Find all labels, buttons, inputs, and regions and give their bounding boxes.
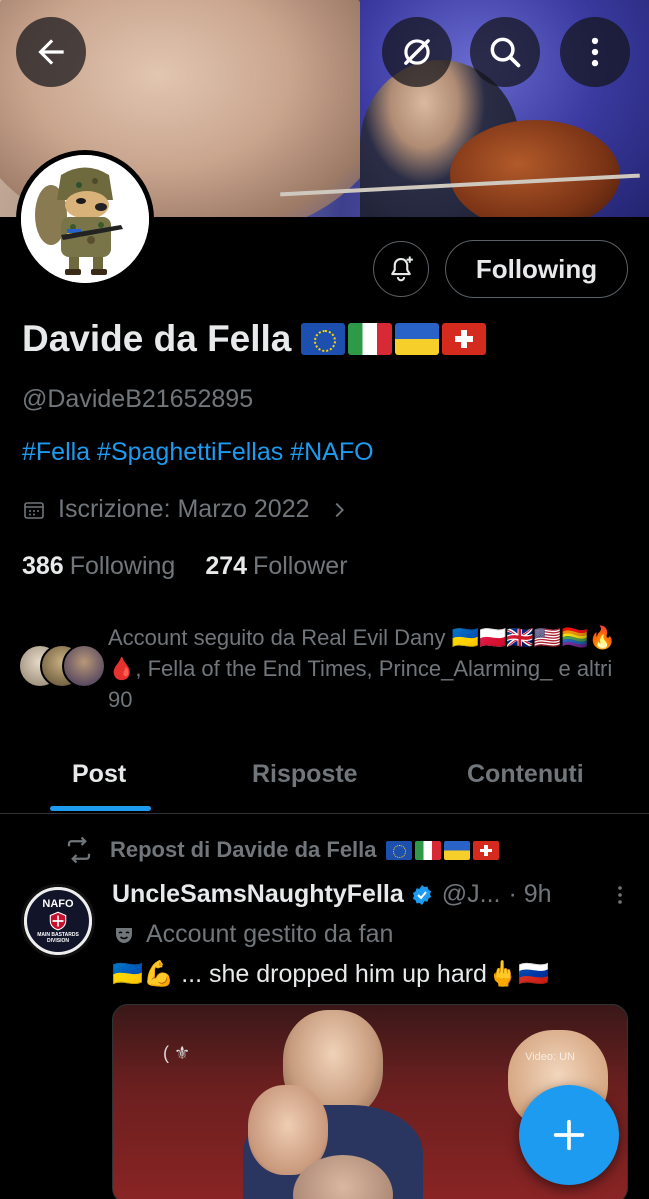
search-button[interactable] (470, 17, 540, 87)
more-button[interactable] (560, 17, 630, 87)
follow-stats: 386 Following 274 Follower (22, 552, 348, 581)
switzerland-flag-icon (472, 840, 499, 860)
chevron-right-icon (335, 502, 344, 517)
tab-risposte[interactable]: Risposte (252, 760, 358, 789)
name-flags (301, 323, 487, 355)
grok-button[interactable] (382, 17, 452, 87)
arrow-left-icon (38, 39, 64, 65)
profile-name: Davide da Fella (22, 318, 487, 360)
repost-text: Repost di Davide da Fella (110, 837, 377, 862)
ukraine-flag-icon (443, 840, 470, 860)
fan-account-text: Account gestito da fan (146, 920, 394, 948)
following-button[interactable]: Following (445, 240, 628, 298)
following-stat[interactable]: 386 Following (22, 552, 175, 581)
display-name: Davide da Fella (22, 318, 292, 359)
followed-by-text: Account seguito da Real Evil Dany 🇺🇦🇵🇱🇬🇧… (108, 625, 616, 712)
search-icon (490, 37, 521, 68)
repost-icon (67, 836, 91, 864)
followed-by[interactable]: Account seguito da Real Evil Dany 🇺🇦🇵🇱🇬🇧… (18, 622, 638, 715)
avatar-fella-dog (21, 155, 149, 283)
eu-flag-icon (301, 323, 346, 355)
tab-post[interactable]: Post (72, 760, 126, 789)
theater-mask-icon (116, 927, 132, 943)
repost-label[interactable]: Repost di Davide da Fella (64, 835, 499, 865)
fan-account-label: Account gestito da fan (112, 920, 393, 949)
avatar-bottom-text: MAIN BASTARDS DIVISION (37, 932, 79, 944)
tab-contenuti[interactable]: Contenuti (467, 760, 584, 789)
notifications-button[interactable] (373, 241, 429, 297)
post-header: UncleSamsNaughtyFella @J... · 9h (112, 880, 632, 909)
followers-count: 274 (205, 552, 248, 580)
media-crest-icon: ( ⚜ (163, 1043, 191, 1063)
post-time: · 9h (508, 880, 552, 908)
media-watermark: Video: UN (525, 1051, 575, 1063)
profile-handle: @DavideB21652895 (22, 385, 254, 413)
post-author-avatar[interactable]: NAFO MAIN BASTARDS DIVISION (21, 884, 95, 958)
more-vertical-icon (591, 37, 599, 67)
followers-label: Follower (253, 552, 348, 580)
active-tab-indicator (50, 806, 151, 811)
compose-button[interactable] (519, 1085, 619, 1185)
grok-icon (404, 39, 430, 65)
italy-flag-icon (414, 840, 441, 860)
switzerland-flag-icon (442, 323, 487, 355)
avatar (62, 644, 106, 688)
back-button[interactable] (16, 17, 86, 87)
followed-by-avatars (18, 644, 108, 690)
post-text: 🇺🇦💪 ... she dropped him up hard🖕🇷🇺 (112, 960, 550, 988)
profile-avatar[interactable] (16, 150, 154, 288)
verified-badge-icon (412, 884, 431, 905)
bell-plus-icon (391, 256, 413, 282)
followers-stat[interactable]: 274 Follower (205, 552, 347, 581)
italy-flag-icon (348, 323, 393, 355)
shield-icon (49, 911, 67, 931)
plus-icon (553, 1119, 585, 1151)
eu-flag-icon (385, 840, 412, 860)
calendar-icon (24, 501, 44, 519)
following-count: 386 (22, 552, 64, 580)
post-author-handle[interactable]: @J... (442, 880, 501, 909)
profile-bio[interactable]: #Fella #SpaghettiFellas #NAFO (22, 438, 374, 467)
post-more-icon[interactable] (608, 883, 632, 907)
following-label: Following (69, 552, 176, 580)
joined-date[interactable]: Iscrizione: Marzo 2022 (22, 495, 350, 524)
nafo-badge: NAFO MAIN BASTARDS DIVISION (24, 887, 92, 955)
joined-text: Iscrizione: Marzo 2022 (58, 495, 310, 523)
post-author-name[interactable]: UncleSamsNaughtyFella (112, 880, 404, 909)
avatar-top-text: NAFO (42, 898, 74, 910)
profile-tabs: Post Risposte Contenuti (0, 748, 649, 814)
ukraine-flag-icon (395, 323, 440, 355)
